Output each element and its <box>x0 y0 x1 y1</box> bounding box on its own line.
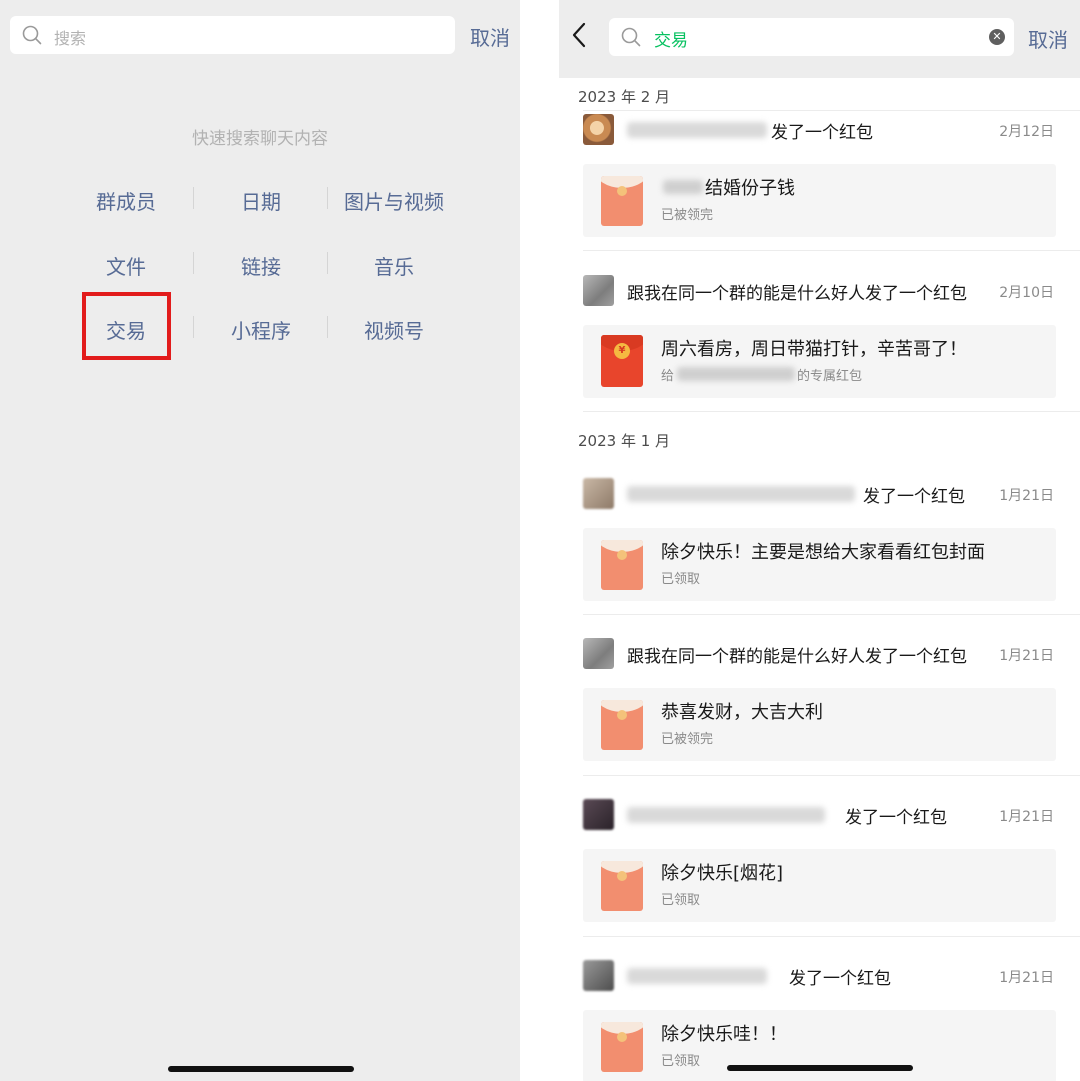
red-packet-status-suffix: 的专属红包 <box>797 369 863 384</box>
result-header[interactable]: 发了一个红包 2月12日 <box>583 114 1080 146</box>
home-indicator <box>168 1066 354 1072</box>
divider <box>583 411 1080 412</box>
red-packet-status: 已领取 <box>661 1054 701 1069</box>
home-indicator <box>727 1065 913 1071</box>
back-arrow-icon[interactable] <box>571 22 587 48</box>
sender-text: 发了一个红包 <box>771 123 873 143</box>
quick-search-hint: 快速搜索聊天内容 <box>192 129 328 149</box>
red-packet-status-prefix: 给 <box>661 369 675 384</box>
month-header: 2023 年 2 月 <box>578 88 671 106</box>
search-results-panel: 交易 ✕ 取消 2023 年 2 月 发了一个红包 2月12日 结婚份子钱 已被… <box>559 0 1080 1081</box>
red-packet-status: 已领取 <box>661 893 701 908</box>
red-packet-status: 已被领完 <box>661 208 714 223</box>
red-packet-title: 恭喜发财，大吉大利 <box>661 702 823 723</box>
sender-text: 跟我在同一个群的能是什么好人发了一个红包 <box>627 284 967 304</box>
avatar <box>583 275 614 306</box>
category-channels[interactable]: 视频号 <box>327 315 461 344</box>
avatar <box>583 114 614 145</box>
redacted-name <box>627 968 767 984</box>
category-date[interactable]: 日期 <box>194 186 328 215</box>
red-packet-title: 周六看房，周日带猫打针，辛苦哥了！ <box>661 339 967 360</box>
search-input[interactable]: 交易 ✕ <box>609 18 1014 56</box>
result-header[interactable]: 跟我在同一个群的能是什么好人发了一个红包 2月10日 <box>583 275 1080 307</box>
redacted-name <box>627 807 825 823</box>
date: 1月21日 <box>999 809 1054 825</box>
sender-text: 跟我在同一个群的能是什么好人发了一个红包 <box>627 647 967 667</box>
cancel-button[interactable]: 取消 <box>470 22 510 51</box>
red-packet-status: 已领取 <box>661 572 701 587</box>
redacted-name <box>627 122 767 138</box>
date: 1月21日 <box>999 488 1054 504</box>
cancel-button[interactable]: 取消 <box>1028 24 1068 53</box>
avatar <box>583 478 614 509</box>
red-packet-title: 除夕快乐[烟花] <box>661 863 784 884</box>
search-box[interactable]: 搜索 <box>10 16 455 54</box>
red-packet-card[interactable]: ¥ 周六看房，周日带猫打针，辛苦哥了！ 给 的专属红包 <box>583 325 1056 398</box>
date: 1月21日 <box>999 648 1054 664</box>
red-packet-icon <box>601 1022 643 1072</box>
category-links[interactable]: 链接 <box>194 251 328 280</box>
red-packet-card[interactable]: 除夕快乐！主要是想给大家看看红包封面 已领取 <box>583 528 1056 601</box>
divider <box>583 250 1080 251</box>
category-music[interactable]: 音乐 <box>327 251 461 280</box>
search-icon <box>621 27 641 47</box>
avatar <box>583 960 614 991</box>
red-packet-title: 结婚份子钱 <box>705 178 795 199</box>
result-header[interactable]: 发了一个红包 1月21日 <box>583 799 1080 831</box>
result-header[interactable]: 跟我在同一个群的能是什么好人发了一个红包 1月21日 <box>583 638 1080 670</box>
result-header[interactable]: 发了一个红包 1月21日 <box>583 478 1080 510</box>
red-packet-icon <box>601 861 643 911</box>
divider <box>583 110 1080 111</box>
category-group-members[interactable]: 群成员 <box>59 186 193 215</box>
sender-text: 发了一个红包 <box>789 969 891 989</box>
category-mini-programs[interactable]: 小程序 <box>194 315 328 344</box>
avatar <box>583 638 614 669</box>
category-files[interactable]: 文件 <box>59 251 193 280</box>
red-packet-title: 除夕快乐哇！！ <box>661 1024 787 1045</box>
date: 2月10日 <box>999 285 1054 301</box>
red-packet-status: 已被领完 <box>661 732 714 747</box>
clear-icon[interactable]: ✕ <box>989 29 1005 45</box>
month-header: 2023 年 1 月 <box>578 432 671 450</box>
redacted-text <box>677 367 795 381</box>
redacted-text <box>663 180 703 194</box>
search-query: 交易 <box>654 31 688 51</box>
red-packet-icon: ¥ <box>601 335 643 387</box>
red-packet-icon <box>601 700 643 750</box>
search-icon <box>22 25 42 45</box>
sender-text: 发了一个红包 <box>863 487 965 507</box>
highlight-box <box>82 292 171 360</box>
category-images-videos[interactable]: 图片与视频 <box>327 186 461 215</box>
divider <box>583 775 1080 776</box>
red-packet-card[interactable]: 除夕快乐[烟花] 已领取 <box>583 849 1056 922</box>
search-home-panel: 搜索 取消 快速搜索聊天内容 群成员 日期 图片与视频 文件 链接 音乐 交易 … <box>0 0 520 1081</box>
red-packet-icon <box>601 540 643 590</box>
red-packet-icon <box>601 176 643 226</box>
search-header: 交易 ✕ 取消 <box>559 0 1080 78</box>
sender-text: 发了一个红包 <box>845 808 947 828</box>
red-packet-title: 除夕快乐！主要是想给大家看看红包封面 <box>661 542 985 563</box>
avatar <box>583 799 614 830</box>
result-header[interactable]: 发了一个红包 1月21日 <box>583 960 1080 992</box>
search-placeholder: 搜索 <box>54 29 87 48</box>
redacted-name <box>627 486 855 502</box>
date: 2月12日 <box>999 124 1054 140</box>
divider <box>583 614 1080 615</box>
red-packet-card[interactable]: 恭喜发财，大吉大利 已被领完 <box>583 688 1056 761</box>
red-packet-card[interactable]: 结婚份子钱 已被领完 <box>583 164 1056 237</box>
date: 1月21日 <box>999 970 1054 986</box>
divider <box>583 936 1080 937</box>
